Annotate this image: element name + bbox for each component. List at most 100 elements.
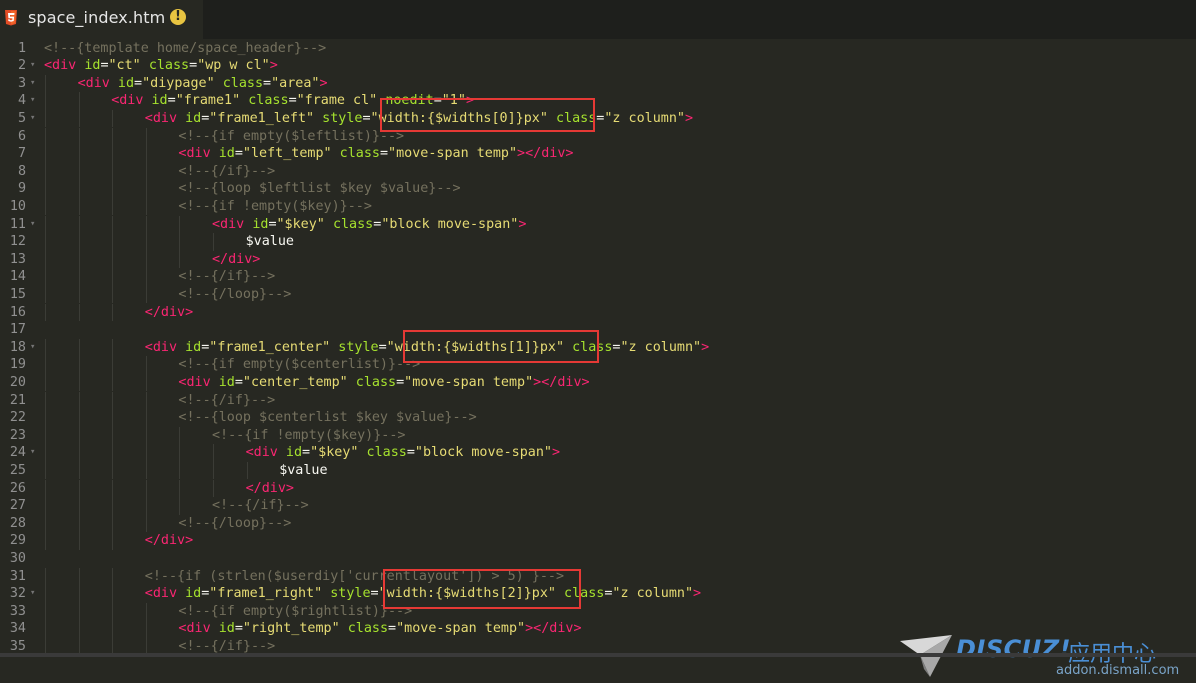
indent-guide xyxy=(45,356,46,374)
code-token: id xyxy=(151,93,168,109)
code-line[interactable]: 27 <!--{/if}--> xyxy=(0,497,1196,515)
code-editor[interactable]: 1 <!--{template home/space_header}--> 2 ▾ <d… xyxy=(0,39,1196,678)
indent-guide xyxy=(145,409,147,427)
code-token: <div xyxy=(144,586,178,602)
code-line[interactable]: 26 </div> xyxy=(0,479,1196,498)
code-line[interactable]: 3 ▾ <div id="diypage" class="area"> xyxy=(0,74,1196,93)
code-line[interactable]: 5 ▾ <div id="frame1_left" style="width:{$w… xyxy=(0,109,1196,128)
code-text: <div id="right_temp" class="move-span te… xyxy=(178,620,581,638)
code-line[interactable]: 11 ▾ <div id="$key" class="block move-span… xyxy=(0,215,1196,234)
indent-guide xyxy=(78,585,80,603)
code-line[interactable]: 1 <!--{template home/space_header}--> xyxy=(0,40,1196,58)
indent-guide xyxy=(112,127,114,146)
indent-guide xyxy=(179,250,181,269)
code-line[interactable]: 22 <!--{loop $centerlist $key $value}--> xyxy=(0,409,1196,427)
fold-toggle-icon[interactable]: ▾ xyxy=(30,110,35,128)
indent-guide xyxy=(45,180,46,198)
code-line[interactable]: 4 ▾ <div id="frame1" class="frame cl" noed… xyxy=(0,92,1196,110)
code-line[interactable]: 15 <!--{/loop}--> xyxy=(0,285,1196,304)
code-token: "$key" xyxy=(276,216,325,232)
fold-toggle-icon[interactable]: ▾ xyxy=(30,585,35,603)
code-line[interactable]: 13 </div> xyxy=(0,250,1196,269)
indent-guide xyxy=(78,356,80,374)
code-text: </div> xyxy=(145,532,193,550)
code-token: id xyxy=(185,339,202,355)
code-line[interactable]: 28 <!--{/loop}--> xyxy=(0,514,1196,533)
indent-guide xyxy=(246,461,248,480)
code-token: "z column" xyxy=(612,586,694,602)
code-line[interactable]: 29 </div> xyxy=(0,532,1196,550)
line-number: 13 xyxy=(9,251,26,267)
indent-guide xyxy=(45,373,46,392)
code-line[interactable]: 23 <!--{if !empty($key)}--> xyxy=(0,426,1196,445)
code-line[interactable]: 25 $value xyxy=(0,461,1196,480)
line-number: 28 xyxy=(9,515,26,531)
tab-space-index[interactable]: space_index.htm ! xyxy=(0,0,203,40)
indent-guide xyxy=(213,444,214,462)
code-line[interactable]: 7 <div id="left_temp" class="move-span te… xyxy=(0,145,1196,163)
indent-guide xyxy=(145,461,147,480)
code-token: <!--{if empty($leftlist)}--> xyxy=(178,128,405,144)
fold-toggle-icon[interactable]: ▾ xyxy=(30,75,35,93)
code-token: "z column" xyxy=(604,110,685,126)
line-number: 25 xyxy=(9,462,26,478)
fold-toggle-icon[interactable]: ▾ xyxy=(30,339,35,357)
code-line[interactable]: 2 ▾ <div id="ct" class="wp w cl"> xyxy=(0,57,1196,75)
line-number: 33 xyxy=(9,603,26,619)
watermark-brand: DISCUZ! xyxy=(956,635,1072,663)
code-token: "move-span temp" xyxy=(404,374,534,390)
indent-guide xyxy=(78,233,80,251)
code-line[interactable]: 9 <!--{loop $leftlist $key $value}--> xyxy=(0,180,1196,198)
code-line[interactable]: 14 <!--{/if}--> xyxy=(0,268,1196,286)
indent-guide xyxy=(213,461,214,480)
code-line[interactable]: 10 <!--{if !empty($key)}--> xyxy=(0,197,1196,216)
code-token: = xyxy=(302,445,311,461)
code-line[interactable]: 21 <!--{/if}--> xyxy=(0,391,1196,410)
code-line[interactable]: 30 xyxy=(0,550,1196,568)
code-token: "frame1_right" xyxy=(209,586,323,602)
code-line[interactable]: 32 ▾ <div id="frame1_right" style="width:{… xyxy=(0,585,1196,603)
warning-icon[interactable]: ! xyxy=(170,9,186,25)
code-line[interactable]: 6 <!--{if empty($leftlist)}--> xyxy=(0,127,1196,146)
code-line[interactable]: 33 <!--{if empty($rightlist)}--> xyxy=(0,602,1196,621)
line-number: 9 xyxy=(17,181,26,197)
indent-guide xyxy=(45,268,46,286)
indent-guide xyxy=(45,426,46,445)
indent-guide xyxy=(78,409,80,427)
code-token: > xyxy=(269,58,278,74)
indent-guide xyxy=(78,620,80,638)
code-token: class xyxy=(366,445,407,461)
code-token: "area" xyxy=(271,75,320,91)
fold-toggle-icon[interactable]: ▾ xyxy=(30,444,35,462)
code-line[interactable]: 12 $value xyxy=(0,233,1196,251)
indent-guide xyxy=(112,233,114,251)
line-number: 31 xyxy=(9,568,26,584)
code-token: "frame1_left" xyxy=(209,110,315,126)
code-token: = xyxy=(388,621,397,637)
code-token: $value xyxy=(245,234,294,250)
fold-toggle-icon[interactable]: ▾ xyxy=(30,57,35,75)
html5-icon xyxy=(5,10,17,26)
indent-guide xyxy=(78,92,80,110)
indent-guide xyxy=(45,250,46,269)
code-line[interactable]: 20 <div id="center_temp" class="move-span… xyxy=(0,373,1196,392)
indent-guide xyxy=(78,250,80,269)
code-line[interactable]: 24 ▾ <div id="$key" class="block move-span… xyxy=(0,444,1196,462)
code-line[interactable]: 16 </div> xyxy=(0,303,1196,322)
code-line[interactable]: 8 <!--{/if}--> xyxy=(0,162,1196,181)
fold-toggle-icon[interactable]: ▾ xyxy=(30,92,35,110)
horizontal-scrollbar[interactable] xyxy=(0,653,1196,657)
code-token: "frame1_center" xyxy=(209,339,331,355)
indent-guide xyxy=(78,285,80,304)
indent-guide xyxy=(112,409,114,427)
line-number: 12 xyxy=(9,234,26,250)
tab-bar: space_index.htm ! xyxy=(0,0,1196,40)
indent-guide xyxy=(78,180,80,198)
fold-toggle-icon[interactable]: ▾ xyxy=(30,216,35,234)
code-line[interactable]: 31 <!--{if (strlen($userdiy['currentlayou… xyxy=(0,567,1196,586)
code-text: </div> xyxy=(212,251,260,269)
